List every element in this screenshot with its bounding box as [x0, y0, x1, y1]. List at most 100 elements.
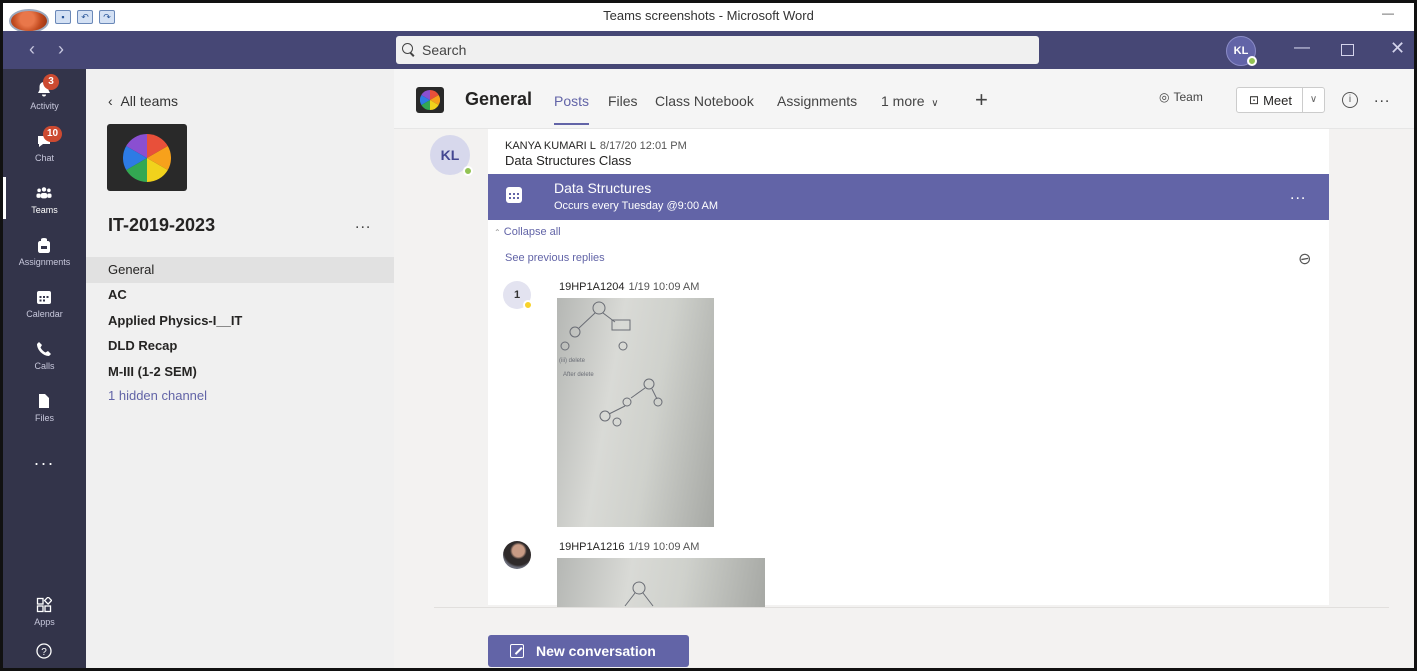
activity-badge: 3 [43, 74, 59, 90]
team-pie-logo-icon [420, 90, 440, 110]
meet-button[interactable]: ⊡ Meet ∨ [1236, 87, 1325, 113]
post-author-line: KANYA KUMARI L 8/17/20 12:01 PM [505, 140, 687, 152]
meeting-card[interactable]: Data Structures Occurs every Tuesday @9:… [488, 174, 1329, 220]
reply-timestamp: 1/19 10:09 AM [628, 281, 700, 293]
close-icon[interactable]: ✕ [1390, 38, 1405, 59]
search-placeholder: Search [422, 42, 467, 58]
channel-team-logo [416, 87, 444, 113]
rail-label: Calendar [26, 309, 63, 319]
teams-icon [36, 187, 52, 199]
reply-attachment-image[interactable]: (iii) delete After delete [557, 298, 714, 527]
rail-item-chat[interactable]: 10 Chat [3, 121, 86, 171]
meeting-recurrence: Occurs every Tuesday @9:00 AM [554, 200, 719, 212]
rail-item-apps[interactable]: Apps [3, 585, 86, 635]
search-icon [402, 43, 416, 57]
channel-applied-physics[interactable]: Applied Physics-I__IT [86, 308, 394, 334]
tab-class-notebook[interactable]: Class Notebook [655, 93, 754, 109]
rail-item-assignments[interactable]: Assignments [3, 225, 86, 275]
calendar-icon [37, 291, 51, 304]
rail-item-activity[interactable]: 3 Activity [3, 69, 86, 119]
collapse-all-label: Collapse all [503, 226, 561, 238]
file-icon [39, 394, 49, 408]
all-teams-label: All teams [120, 93, 179, 109]
channel-ac[interactable]: AC [86, 282, 394, 308]
team-more-options-icon[interactable]: ... [355, 215, 371, 233]
reply-header: 19HP1A1216 1/19 10:09 AM [559, 541, 699, 553]
new-conversation-button[interactable]: New conversation [488, 635, 689, 667]
channel-general[interactable]: General [86, 257, 394, 283]
header-more-options-icon[interactable]: ... [1374, 89, 1390, 107]
all-teams-link[interactable]: ‹ All teams [108, 93, 178, 109]
post-author-name[interactable]: KANYA KUMARI L [505, 140, 596, 152]
reply-avatar[interactable]: 1 [503, 281, 533, 310]
phone-icon [37, 342, 51, 356]
team-pie-logo-icon [123, 134, 171, 182]
rail-item-calls[interactable]: Calls [3, 329, 86, 379]
rail-label: Files [34, 413, 54, 423]
channel-main: General Posts Files Class Notebook Assig… [394, 69, 1414, 668]
compose-icon [510, 644, 524, 658]
team-name: IT-2019-2023 [108, 215, 216, 235]
rail-item-files[interactable]: Files [3, 381, 86, 431]
channel-pane: ‹ All teams IT-2019-2023 ... General AC … [86, 69, 394, 668]
calendar-icon [506, 187, 522, 203]
video-camera-icon: ⊡ [1249, 93, 1260, 107]
meet-dropdown-icon[interactable]: ∨ [1302, 88, 1324, 112]
profile-avatar[interactable]: KL [1226, 36, 1257, 66]
rail-label: Assignments [18, 257, 71, 267]
channel-m-iii[interactable]: M-III (1-2 SEM) [86, 359, 394, 385]
back-arrow-icon[interactable]: ‹ [29, 39, 35, 60]
minimize-icon[interactable]: — [1294, 39, 1310, 57]
rail-item-teams[interactable]: Teams [3, 173, 86, 223]
search-input[interactable]: Search [396, 36, 1039, 64]
hidden-channels-link[interactable]: 1 hidden channel [86, 383, 394, 409]
tab-files[interactable]: Files [608, 93, 638, 109]
help-icon: ? [36, 643, 52, 659]
channel-header: General Posts Files Class Notebook Assig… [394, 69, 1414, 129]
collapse-all-link[interactable]: ⌃ Collapse all [494, 226, 561, 238]
reply-avatar[interactable] [503, 541, 531, 569]
handwritten-tree-sketch: (iii) delete After delete [559, 301, 663, 427]
tab-more[interactable]: 1 more ∨ [881, 93, 939, 109]
backpack-icon [38, 238, 50, 253]
reply-header: 19HP1A1204 1/19 10:09 AM [559, 281, 699, 293]
word-minimize-icon[interactable]: — [1382, 6, 1394, 20]
channel-title: General [465, 89, 533, 109]
reply-attachment-image[interactable] [557, 558, 765, 608]
team-button-label: Team [1173, 90, 1203, 104]
rail-label: Calls [34, 361, 55, 371]
tab-posts[interactable]: Posts [554, 93, 590, 125]
tab-assignments[interactable]: Assignments [777, 93, 857, 109]
rail-label: Teams [31, 205, 58, 215]
post-author-avatar[interactable]: KL [430, 135, 473, 176]
channel-dld-recap[interactable]: DLD Recap [86, 333, 394, 359]
app-rail: 3 Activity 10 Chat Teams Assignments Cal… [3, 69, 86, 668]
author-initials: KL [440, 147, 460, 163]
forward-arrow-icon[interactable]: › [58, 39, 64, 60]
chevron-left-icon: ‹ [108, 93, 121, 109]
post-subject: Data Structures Class [505, 153, 632, 168]
new-conversation-label: New conversation [536, 643, 656, 659]
see-previous-replies-link[interactable]: See previous replies [505, 252, 605, 264]
info-icon[interactable]: i [1342, 92, 1358, 108]
rail-label: Chat [34, 153, 54, 163]
reply-author[interactable]: 19HP1A1204 [559, 281, 624, 293]
rail-item-calendar[interactable]: Calendar [3, 277, 86, 327]
caret-up-icon: ⌃ [494, 228, 501, 237]
rail-item-help[interactable]: ? [3, 631, 86, 668]
reply-author[interactable]: 19HP1A1216 [559, 541, 624, 553]
word-window-title: Teams screenshots - Microsoft Word [603, 8, 814, 23]
rail-more-apps[interactable]: ... [3, 439, 86, 489]
chevron-down-icon: ∨ [928, 98, 939, 109]
meeting-more-options-icon[interactable]: ... [1290, 186, 1306, 204]
handwritten-tree-sketch [624, 581, 654, 607]
composer-divider [434, 607, 1389, 608]
svg-text:After delete: After delete [563, 372, 594, 378]
presence-away-icon [523, 300, 533, 310]
team-button[interactable]: ◎ Team [1159, 90, 1203, 104]
add-tab-icon[interactable]: + [975, 87, 988, 113]
rail-label: Activity [30, 101, 59, 111]
maximize-icon[interactable] [1341, 44, 1354, 56]
presence-available-icon [463, 166, 473, 176]
team-logo[interactable] [107, 124, 187, 191]
